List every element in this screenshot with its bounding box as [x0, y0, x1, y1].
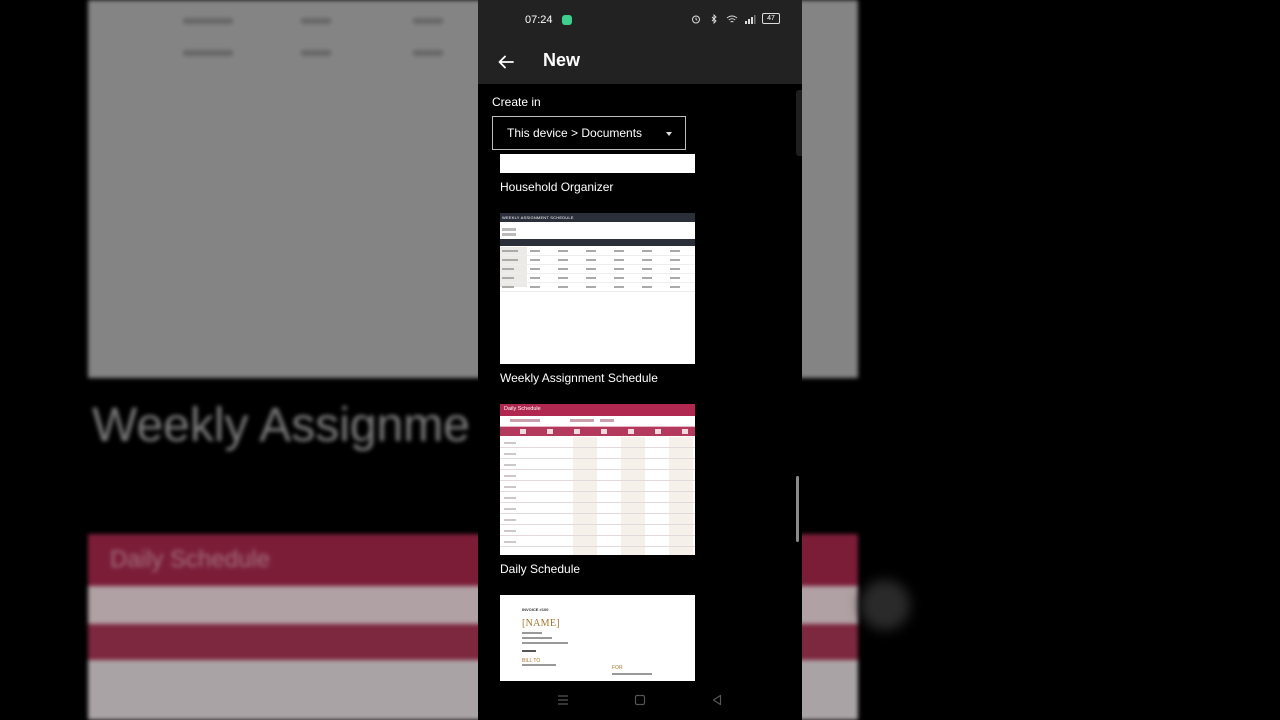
menu-icon: [558, 695, 568, 705]
recent-apps-button[interactable]: [553, 691, 573, 709]
app-notification-icon: [562, 15, 572, 25]
template-invoice[interactable]: INVOICE #100 [NAME] BILL TO FOR: [500, 595, 695, 681]
square-icon: [634, 694, 646, 706]
template-label: Household Organizer: [500, 180, 614, 194]
template-weekly-assignment-schedule[interactable]: WEEKLY ASSIGNMENT SCHEDULE Weekly Assign…: [500, 213, 695, 385]
system-nav-bar: [478, 681, 802, 720]
phone-screen: 07:24 47 New Create in This device > Doc…: [478, 0, 802, 720]
app-bar: New: [478, 40, 802, 84]
thumbnail-invoice-number: INVOICE #100: [522, 607, 549, 612]
template-thumbnail: [500, 154, 695, 173]
background-blob: [860, 580, 910, 630]
location-value: This device > Documents: [507, 126, 643, 140]
create-in-label: Create in: [492, 95, 541, 109]
thumbnail-name: [NAME]: [522, 618, 560, 629]
bluetooth-icon: [708, 13, 720, 24]
background-daily-title: Daily Schedule: [110, 546, 271, 573]
background-title: Weekly Assignme: [92, 399, 470, 452]
status-time: 07:24: [525, 14, 553, 26]
status-icons: 47: [690, 13, 780, 24]
template-household-organizer[interactable]: Household Organizer: [500, 154, 695, 194]
chevron-down-icon: [666, 132, 672, 136]
thumbnail-title: Daily Schedule: [500, 404, 695, 416]
template-label: Daily Schedule: [500, 562, 581, 576]
thumbnail-for: FOR: [612, 665, 623, 671]
edge-panel-handle[interactable]: [796, 90, 802, 156]
home-button[interactable]: [630, 691, 650, 709]
scrollbar[interactable]: [796, 476, 799, 542]
template-list[interactable]: Household Organizer WEEKLY ASSIGNMENT SC…: [478, 154, 802, 681]
template-thumbnail: INVOICE #100 [NAME] BILL TO FOR: [500, 595, 695, 681]
alarm-icon: [690, 14, 702, 24]
location-dropdown[interactable]: This device > Documents: [492, 116, 686, 150]
arrow-left-icon: [498, 55, 514, 69]
back-button[interactable]: [492, 48, 520, 76]
triangle-back-icon: [712, 694, 722, 706]
battery-icon: 47: [762, 13, 780, 24]
wifi-icon: [726, 14, 738, 24]
template-daily-schedule[interactable]: Daily Schedule Daily Schedule: [500, 404, 695, 576]
status-bar: 07:24 47: [478, 0, 802, 40]
thumbnail-title: WEEKLY ASSIGNMENT SCHEDULE: [500, 213, 695, 222]
page-title: New: [543, 50, 581, 70]
template-thumbnail: WEEKLY ASSIGNMENT SCHEDULE: [500, 213, 695, 364]
template-label: Weekly Assignment Schedule: [500, 371, 658, 385]
template-thumbnail: Daily Schedule: [500, 404, 695, 555]
signal-icon: [744, 14, 756, 24]
nav-back-button[interactable]: [707, 691, 727, 709]
